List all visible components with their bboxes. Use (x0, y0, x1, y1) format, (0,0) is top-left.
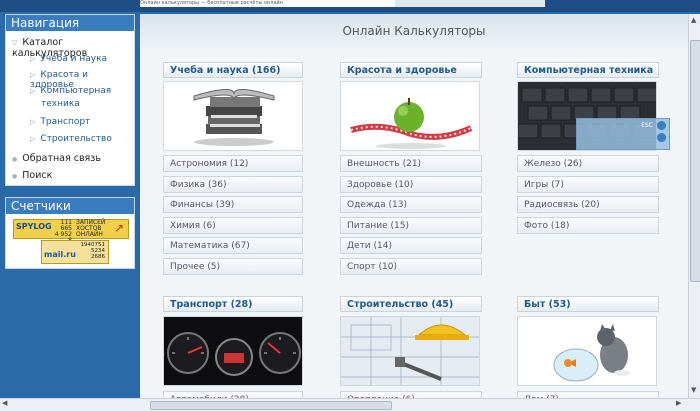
subcategory-link[interactable]: Радиосвязь (20) (517, 196, 659, 213)
blueprint-image[interactable] (340, 316, 480, 386)
circle-bullet-icon: ● (12, 156, 18, 163)
subcategory-link[interactable]: Финансы (39) (163, 196, 303, 213)
vertical-scrollbar[interactable]: ▲ ▼ (688, 14, 700, 398)
scroll-left-icon[interactable]: ◀ (2, 399, 7, 407)
browser-top-strip: Онлайн калькуляторы — бесплатные расчёты… (0, 0, 700, 12)
arrow-icon: ↗ (113, 221, 124, 235)
mailru-counter[interactable]: mail.ru 1940751 5234 2686 (41, 240, 109, 264)
subcategory-link[interactable]: Дети (14) (340, 237, 482, 254)
subcategory-link[interactable]: Астрономия (12) (163, 155, 303, 172)
scroll-thumb[interactable] (150, 401, 392, 410)
sidebar-item-construction[interactable]: ▷ Строительство (30, 134, 112, 144)
bullet-icon: ▷ (30, 71, 36, 79)
page-title: Онлайн Калькуляторы (140, 14, 688, 48)
subcategory-link[interactable]: Внешность (21) (340, 155, 482, 172)
category-header-construction[interactable]: Строительство (45) (340, 296, 482, 312)
subcategory-link[interactable]: Игры (7) (517, 176, 659, 193)
counters-panel: Счетчики SPYLOG 111 6654 9528 ЗАПИСЕЙХОС… (5, 197, 135, 269)
scroll-right-icon[interactable]: ▶ (676, 399, 681, 407)
sidebar-item-study[interactable]: ▷ Учеба и наука (30, 54, 107, 64)
search-link[interactable]: ● Поиск (12, 170, 52, 181)
spylog-counter[interactable]: SPYLOG 111 6654 9528 ЗАПИСЕЙХОСТОВОНЛАЙН… (13, 219, 129, 244)
top-banner-bar (395, 0, 545, 7)
top-banner-text: Онлайн калькуляторы — бесплатные расчёты… (140, 0, 395, 7)
subcategory-link[interactable]: Спорт (10) (340, 258, 482, 275)
horizontal-scrollbar[interactable]: ◀ ▶ (0, 398, 700, 411)
bullet-icon: ▷ (30, 118, 36, 126)
books-image[interactable] (163, 81, 303, 151)
navigation-panel: Навигация ▽ Каталог калькуляторов ▷ Учеба … (5, 14, 135, 186)
bullet-icon: ▷ (30, 87, 36, 95)
navigation-title: Навигация (6, 15, 134, 31)
expand-triangle-icon: ▽ (12, 39, 18, 47)
main-content: Онлайн Калькуляторы Учеба и наука (166) … (140, 14, 688, 410)
category-header-household[interactable]: Быт (53) (517, 296, 659, 312)
subcategory-link[interactable]: Железо (26) (517, 155, 659, 172)
circle-bullet-icon: ● (12, 173, 18, 180)
category-header-beauty[interactable]: Красота и здоровье (83) (340, 62, 482, 92)
cat-fishbowl-image[interactable] (517, 316, 657, 386)
subcategory-link[interactable]: Фото (18) (517, 217, 659, 234)
bullet-icon: ▷ (30, 55, 36, 63)
scroll-thumb[interactable] (690, 40, 700, 282)
dashboard-image[interactable] (163, 316, 303, 386)
category-header-computers[interactable]: Компьютерная техника (71) (517, 62, 659, 92)
scroll-down-icon[interactable]: ▼ (691, 386, 696, 394)
counters-title: Счетчики (6, 198, 134, 214)
sidebar-item-transport[interactable]: ▷ Транспорт (30, 117, 90, 127)
subcategory-link[interactable]: Физика (36) (163, 176, 303, 193)
apple-image[interactable] (340, 81, 480, 151)
sidebar-item-computers[interactable]: ▷ Компьютерная (30, 86, 111, 96)
category-header-study[interactable]: Учеба и наука (166) (163, 62, 303, 78)
scroll-up-icon[interactable]: ▲ (691, 16, 696, 24)
subcategory-link[interactable]: Одежда (13) (340, 196, 482, 213)
subcategory-link[interactable]: Питание (15) (340, 217, 482, 234)
floating-widget[interactable]: ESC (576, 118, 670, 150)
bullet-icon: ▷ (30, 135, 36, 143)
subcategory-link[interactable]: Прочее (5) (163, 258, 303, 275)
feedback-link[interactable]: ● Обратная связь (12, 153, 101, 164)
subcategory-link[interactable]: Химия (6) (163, 217, 303, 234)
sidebar-item-computers-2[interactable]: техника (41, 99, 80, 109)
subcategory-link[interactable]: Здоровье (10) (340, 176, 482, 193)
category-header-transport[interactable]: Транспорт (28) (163, 296, 303, 312)
widget-button-icon[interactable] (657, 121, 666, 130)
subcategory-link[interactable]: Математика (67) (163, 237, 303, 254)
widget-button-icon[interactable] (657, 133, 666, 142)
